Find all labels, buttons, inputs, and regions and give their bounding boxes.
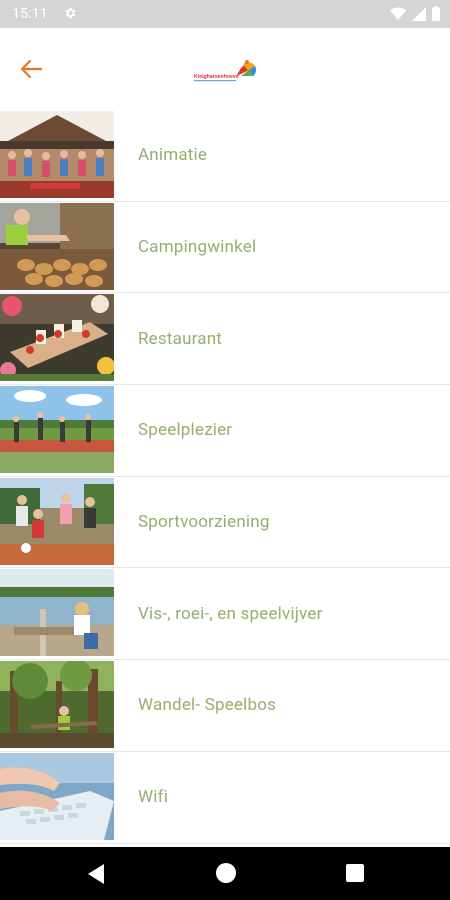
list-item-label: Campingwinkel bbox=[138, 237, 257, 258]
facilities-list: Animatie Campingwinkel Restaurant Speelp… bbox=[0, 110, 450, 844]
wifi-icon bbox=[390, 7, 406, 20]
signal-icon bbox=[412, 6, 426, 21]
list-item-sportvoorziening[interactable]: Sportvoorziening bbox=[0, 477, 450, 569]
list-item-label: Vis-, roei-, en speelvijver bbox=[138, 603, 323, 624]
nav-home-icon[interactable] bbox=[216, 863, 236, 883]
status-time: 15:11 bbox=[12, 6, 48, 22]
list-item-label: Wifi bbox=[138, 787, 169, 808]
list-item-speelplezier[interactable]: Speelplezier bbox=[0, 385, 450, 477]
app-bar: Kleigharsenhoeve bbox=[0, 28, 450, 110]
list-item-campingwinkel[interactable]: Campingwinkel bbox=[0, 202, 450, 294]
camping-logo-icon: Kleigharsenhoeve bbox=[194, 60, 257, 82]
list-item-label: Wandel- Speelbos bbox=[138, 695, 277, 716]
list-item-label: Sportvoorziening bbox=[138, 512, 270, 533]
forest-play-photo bbox=[0, 661, 114, 749]
kids-sports-court-photo bbox=[0, 477, 114, 565]
bread-rolls-shop-photo bbox=[0, 202, 114, 290]
navigation-bar bbox=[0, 847, 450, 900]
pond-fishing-photo bbox=[0, 569, 114, 657]
status-bar: 15:11 bbox=[0, 0, 450, 28]
list-item-label: Animatie bbox=[138, 145, 208, 166]
svg-text:Kleigharsenhoeve: Kleigharsenhoeve bbox=[194, 74, 239, 80]
status-icons bbox=[390, 6, 440, 21]
nav-recents-icon[interactable] bbox=[346, 864, 364, 882]
laptop-typing-photo bbox=[0, 752, 114, 840]
food-platter-photo bbox=[0, 294, 114, 382]
animation-stage-photo bbox=[0, 111, 114, 198]
battery-icon bbox=[432, 6, 440, 21]
settings-gear-icon bbox=[65, 7, 76, 19]
list-item-restaurant[interactable]: Restaurant bbox=[0, 293, 450, 386]
back-button[interactable] bbox=[16, 56, 46, 82]
list-item-wandel-speelbos[interactable]: Wandel- Speelbos bbox=[0, 660, 450, 752]
arrow-left-icon bbox=[20, 59, 42, 79]
list-item-vijver[interactable]: Vis-, roei-, en speelvijver bbox=[0, 568, 450, 661]
nav-back-icon[interactable] bbox=[86, 863, 106, 885]
list-item-label: Restaurant bbox=[138, 328, 223, 349]
list-item-label: Speelplezier bbox=[138, 420, 233, 441]
list-item-wifi[interactable]: Wifi bbox=[0, 752, 450, 844]
kids-playing-field-photo bbox=[0, 386, 114, 474]
list-item-animatie[interactable]: Animatie bbox=[0, 110, 450, 202]
